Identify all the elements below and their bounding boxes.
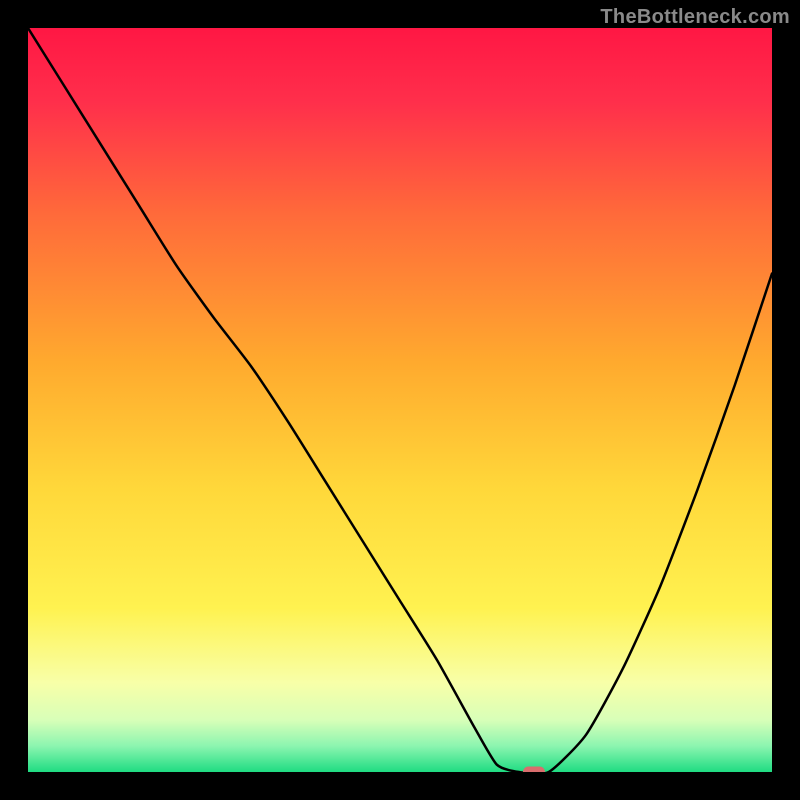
plot-area [28, 28, 772, 772]
chart-line-layer [28, 28, 772, 772]
chart-container: TheBottleneck.com [0, 0, 800, 800]
bottleneck-marker [523, 767, 545, 773]
watermark-text: TheBottleneck.com [600, 6, 790, 29]
bottleneck-curve [28, 28, 772, 772]
